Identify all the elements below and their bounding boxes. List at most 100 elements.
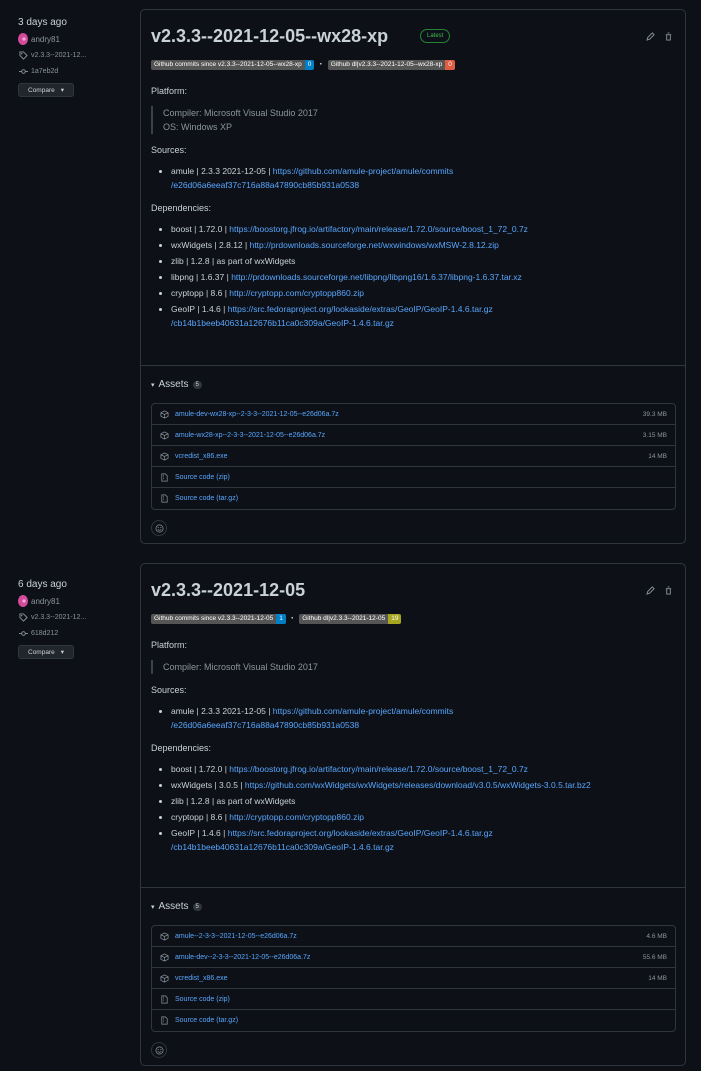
asset-name[interactable]: Source code (zip) — [175, 996, 667, 1003]
source-link[interactable]: https://github.com/amule-project/amule/c… — [273, 166, 453, 176]
asset-name[interactable]: amule--2-3-3--2021-12-05--e26d06a.7z — [175, 933, 646, 940]
asset-name[interactable]: Source code (tar.gz) — [175, 1017, 667, 1024]
dep-link[interactable]: https://boostorg.jfrog.io/artifactory/ma… — [229, 764, 528, 774]
asset-row[interactable]: amule-dev--2-3-3--2021-12-05--e26d06a.7z… — [152, 947, 675, 968]
assets-toggle[interactable]: ▾ Assets 5 — [151, 379, 202, 390]
compare-button[interactable]: Compare ▾ — [18, 83, 74, 97]
asset-name[interactable]: amule-wx28-xp--2-3-3--2021-12-05--e26d06… — [175, 432, 643, 439]
dep-link[interactable]: http://cryptopp.com/cryptopp860.zip — [229, 288, 364, 298]
package-icon — [160, 973, 169, 983]
asset-name[interactable]: vcredist_x86.exe — [175, 453, 648, 460]
asset-name[interactable]: amule-dev-wx28-xp--2-3-3--2021-12-05--e2… — [175, 411, 643, 418]
release-date: 6 days ago — [18, 579, 67, 590]
item-text: cryptopp | 8.6 | — [171, 288, 230, 298]
dep-link-cont[interactable]: /cb14b1beeb40631a12676b11ca0c309a/GeoIP-… — [171, 842, 394, 852]
commit-row[interactable]: 618d212 — [18, 628, 128, 638]
item-text: boost | 1.72.0 | — [171, 224, 230, 234]
commit-sha[interactable]: 618d212 — [31, 630, 58, 637]
asset-row[interactable]: vcredist_x86.exe 14 MB — [152, 446, 675, 467]
list-item: boost | 1.72.0 | https://boostorg.jfrog.… — [171, 762, 671, 776]
release-notes: Platform: Compiler: Microsoft Visual Stu… — [151, 86, 671, 332]
badge-value: 19 — [388, 613, 402, 624]
commit-sha[interactable]: 1a7eb2d — [31, 68, 58, 75]
item-text: GeoIP | 1.4.6 | — [171, 304, 228, 314]
tag-icon — [18, 612, 28, 622]
badge-value: 1 — [276, 613, 286, 624]
dependencies-list: boost | 1.72.0 | https://boostorg.jfrog.… — [151, 222, 671, 330]
asset-row[interactable]: amule--2-3-3--2021-12-05--e26d06a.7z 4.6 … — [152, 926, 675, 947]
release-sidebar: 6 days ago andry81 v2.3.3--2021-12... 61… — [18, 554, 128, 659]
dep-link[interactable]: https://github.com/wxWidgets/wxWidgets/r… — [245, 780, 591, 790]
downloads-badge[interactable]: Github dl|v2.3.3--2021-12-05--wx28-xp 0 — [327, 59, 455, 70]
list-item: amule | 2.3.3 2021-12-05 | https://githu… — [171, 164, 671, 192]
list-item: GeoIP | 1.4.6 | https://src.fedoraprojec… — [171, 826, 671, 854]
asset-row[interactable]: Source code (zip) — [152, 989, 675, 1010]
dep-link[interactable]: http://prdownloads.sourceforge.net/libpn… — [231, 272, 522, 282]
asset-row[interactable]: amule-dev-wx28-xp--2-3-3--2021-12-05--e2… — [152, 404, 675, 425]
asset-row[interactable]: vcredist_x86.exe 14 MB — [152, 968, 675, 989]
file-zip-icon — [160, 473, 169, 482]
tag-name[interactable]: v2.3.3--2021-12... — [31, 52, 86, 59]
tag-name[interactable]: v2.3.3--2021-12... — [31, 614, 86, 621]
downloads-badge[interactable]: Github dl|v2.3.3--2021-12-05 19 — [299, 613, 402, 624]
badge-separator: · — [290, 613, 295, 624]
asset-row[interactable]: Source code (zip) — [152, 467, 675, 488]
compare-button[interactable]: Compare ▾ — [18, 645, 74, 659]
pencil-icon[interactable] — [646, 32, 655, 43]
dep-link[interactable]: https://src.fedoraproject.org/lookaside/… — [228, 828, 493, 838]
chevron-down-icon: ▾ — [60, 649, 64, 656]
pencil-icon[interactable] — [646, 586, 655, 597]
trash-icon[interactable] — [664, 32, 673, 43]
item-text: boost | 1.72.0 | — [171, 764, 230, 774]
asset-row[interactable]: Source code (tar.gz) — [152, 1010, 675, 1031]
badge-value: 0 — [304, 59, 315, 70]
item-text: amule | 2.3.3 2021-12-05 | — [171, 706, 273, 716]
source-link-cont[interactable]: /e26d06a6eeaf37c716a88a47890cb85b931a053… — [171, 720, 359, 730]
badges-row: Github commits since v2.3.3--2021-12-05 1… — [151, 613, 402, 624]
asset-size: 14 MB — [648, 452, 667, 460]
list-item: zlib | 1.2.8 | as part of wxWidgets — [171, 254, 671, 268]
source-link[interactable]: https://github.com/amule-project/amule/c… — [273, 706, 453, 716]
commits-since-badge[interactable]: Github commits since v2.3.3--2021-12-05-… — [151, 59, 315, 70]
author-row[interactable]: andry81 — [18, 595, 128, 607]
tag-row[interactable]: v2.3.3--2021-12... — [18, 612, 128, 622]
chevron-down-icon: ▾ — [60, 87, 64, 94]
author-name[interactable]: andry81 — [31, 597, 60, 606]
commit-row[interactable]: 1a7eb2d — [18, 66, 128, 76]
platform-line: Compiler: Microsoft Visual Studio 2017 — [163, 662, 318, 672]
commits-since-badge[interactable]: Github commits since v2.3.3--2021-12-05 1 — [151, 613, 286, 624]
asset-name[interactable]: Source code (tar.gz) — [175, 495, 667, 502]
author-row[interactable]: andry81 — [18, 33, 128, 45]
asset-row[interactable]: amule-wx28-xp--2-3-3--2021-12-05--e26d06… — [152, 425, 675, 446]
package-icon — [160, 952, 169, 962]
release-sidebar: 3 days ago andry81 v2.3.3--2021-12... 1a… — [18, 0, 128, 97]
dep-link[interactable]: http://cryptopp.com/cryptopp860.zip — [229, 812, 364, 822]
list-item: GeoIP | 1.4.6 | https://src.fedoraprojec… — [171, 302, 671, 330]
source-link-cont[interactable]: /e26d06a6eeaf37c716a88a47890cb85b931a053… — [171, 180, 359, 190]
list-item: boost | 1.72.0 | https://boostorg.jfrog.… — [171, 222, 671, 236]
tag-row[interactable]: v2.3.3--2021-12... — [18, 50, 128, 60]
asset-name[interactable]: Source code (zip) — [175, 474, 667, 481]
smiley-icon[interactable] — [151, 1042, 167, 1058]
asset-row[interactable]: Source code (tar.gz) — [152, 488, 675, 509]
asset-name[interactable]: amule-dev--2-3-3--2021-12-05--e26d06a.7z — [175, 954, 643, 961]
dep-link-cont[interactable]: /cb14b1beeb40631a12676b11ca0c309a/GeoIP-… — [171, 318, 394, 328]
list-item: wxWidgets | 3.0.5 | https://github.com/w… — [171, 778, 671, 792]
asset-size: 55.6 MB — [642, 953, 667, 961]
assets-heading: Assets — [158, 379, 189, 390]
dep-link[interactable]: http://prdownloads.sourceforge.net/wxwin… — [250, 240, 499, 250]
assets-toggle[interactable]: ▾ Assets 5 — [151, 901, 202, 912]
item-text: libpng | 1.6.37 | — [171, 272, 232, 282]
dep-link[interactable]: https://boostorg.jfrog.io/artifactory/ma… — [229, 224, 528, 234]
list-item: zlib | 1.2.8 | as part of wxWidgets — [171, 794, 671, 808]
smiley-icon[interactable] — [151, 520, 167, 536]
author-name[interactable]: andry81 — [31, 35, 60, 44]
assets-heading: Assets — [158, 901, 189, 912]
file-zip-icon — [160, 995, 169, 1004]
trash-icon[interactable] — [664, 586, 673, 597]
asset-name[interactable]: vcredist_x86.exe — [175, 975, 648, 982]
badge-separator: · — [319, 59, 323, 70]
release-title[interactable]: v2.3.3--2021-12-05 — [151, 580, 305, 601]
dep-link[interactable]: https://src.fedoraproject.org/lookaside/… — [228, 304, 493, 314]
release-title[interactable]: v2.3.3--2021-12-05--wx28-xp — [151, 26, 388, 47]
